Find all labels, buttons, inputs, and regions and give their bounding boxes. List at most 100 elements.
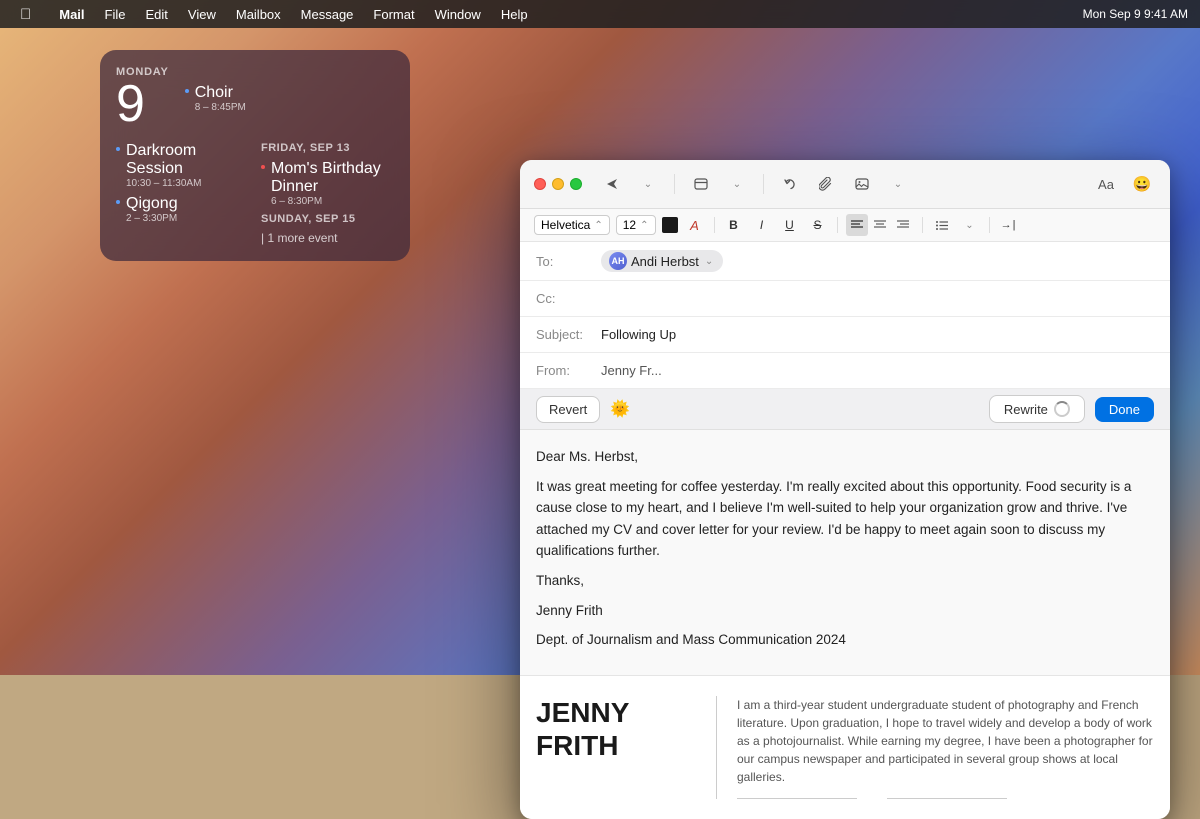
align-left-button[interactable] — [846, 214, 868, 236]
ai-rewrite-button[interactable]: Rewrite — [989, 395, 1085, 423]
menu-bar-right: Mon Sep 9 9:41 AM — [1083, 7, 1188, 21]
send-chevron[interactable]: ⌄ — [634, 170, 662, 198]
text-format-button[interactable]: Aa — [1092, 170, 1120, 198]
sig-divider — [716, 696, 717, 799]
size-chevron-icon: ⌃ — [640, 220, 648, 231]
menu-bar:  Mail File Edit View Mailbox Message Fo… — [0, 0, 1200, 28]
ai-emoji-icon[interactable]: 🌞 — [610, 399, 630, 419]
to-value[interactable]: AH Andi Herbst ⌄ — [601, 250, 1154, 272]
cc-field-row[interactable]: Cc: — [520, 281, 1170, 317]
sig-line-2 — [887, 798, 1007, 799]
send-button[interactable] — [598, 170, 626, 198]
list-options-button[interactable] — [931, 214, 953, 236]
from-field-row[interactable]: From: Jenny Fr... — [520, 353, 1170, 389]
cal-event-name-choir: Choir — [195, 84, 246, 102]
cal-dot-qigong — [116, 200, 120, 204]
to-label: To: — [536, 254, 601, 269]
cal-dot-darkroom — [116, 147, 120, 151]
menu-format[interactable]: Format — [365, 5, 422, 24]
font-size-value: 12 — [623, 218, 636, 232]
subject-field-row[interactable]: Subject: Following Up — [520, 317, 1170, 353]
cal-dinner-name: Mom's Birthday Dinner — [271, 160, 394, 196]
recipient-avatar: AH — [609, 252, 627, 270]
menu-bar-items:  Mail File Edit View Mailbox Message Fo… — [12, 4, 536, 25]
menu-mail[interactable]: Mail — [51, 5, 92, 24]
cal-darkroom-name: Darkroom Session — [126, 142, 249, 178]
align-right-button[interactable] — [892, 214, 914, 236]
attach-button[interactable] — [812, 170, 840, 198]
cal-monday-events: Choir 8 – 8:45PM — [185, 66, 394, 130]
calendar-widget: MONDAY 9 Choir 8 – 8:45PM Darkroom Sessi… — [100, 50, 410, 261]
menu-file[interactable]: File — [97, 5, 134, 24]
apple-menu[interactable]:  — [12, 4, 39, 25]
size-select[interactable]: 12 ⌃ — [616, 215, 656, 235]
ai-revert-button[interactable]: Revert — [536, 396, 600, 423]
ai-done-button[interactable]: Done — [1095, 397, 1154, 422]
list-chevron[interactable]: ⌄ — [959, 214, 981, 236]
format-sep-4 — [989, 217, 990, 233]
font-name: Helvetica — [541, 218, 590, 232]
ai-toolbar: Revert 🌞 Rewrite Done — [520, 389, 1170, 430]
close-button[interactable] — [534, 178, 546, 190]
italic-button[interactable]: I — [751, 214, 773, 236]
align-center-button[interactable] — [869, 214, 891, 236]
cal-dot-dinner — [261, 165, 265, 169]
sig-name-line2: FRITH — [536, 729, 696, 763]
undo-button[interactable] — [776, 170, 804, 198]
cal-event-time-choir: 8 – 8:45PM — [195, 102, 246, 113]
recipient-chevron-icon: ⌄ — [705, 256, 713, 267]
sig-lines — [737, 798, 1154, 799]
menu-bar-clock: Mon Sep 9 9:41 AM — [1083, 7, 1188, 21]
body-salutation: Dear Ms. Herbst, — [536, 446, 1154, 468]
message-options-button[interactable] — [687, 170, 715, 198]
font-select[interactable]: Helvetica ⌃ — [534, 215, 610, 235]
toolbar-sep-1 — [674, 174, 675, 194]
sig-line-1 — [737, 798, 857, 799]
more-format-button[interactable]: →| — [998, 214, 1020, 236]
sig-name-line1: JENNY — [536, 696, 696, 730]
font-chevron-icon: ⌃ — [594, 220, 602, 231]
cal-lower: Darkroom Session 10:30 – 11:30AM Qigong … — [116, 142, 394, 245]
cal-qigong: Qigong 2 – 3:30PM — [116, 195, 249, 224]
bold-button[interactable]: B — [723, 214, 745, 236]
cal-event-choir: Choir 8 – 8:45PM — [185, 84, 394, 113]
menu-help[interactable]: Help — [493, 5, 536, 24]
strikethrough-button[interactable]: S — [807, 214, 829, 236]
cal-day-label: MONDAY — [116, 66, 169, 78]
format-bar: Helvetica ⌃ 12 ⌃ A B I U S — [520, 209, 1170, 242]
format-sep-3 — [922, 217, 923, 233]
subject-value[interactable]: Following Up — [601, 327, 1154, 342]
format-sep-2 — [837, 217, 838, 233]
traffic-lights — [534, 178, 582, 190]
cal-header: MONDAY 9 Choir 8 – 8:45PM — [116, 66, 394, 130]
cal-dot-choir — [185, 89, 189, 93]
color-swatch[interactable] — [662, 217, 678, 233]
minimize-button[interactable] — [552, 178, 564, 190]
photos-button[interactable] — [848, 170, 876, 198]
menu-view[interactable]: View — [180, 5, 224, 24]
sig-right: I am a third-year student undergraduate … — [737, 696, 1154, 799]
emoji-button[interactable]: 😀 — [1128, 170, 1156, 198]
italic-a-button[interactable]: A — [684, 214, 706, 236]
cal-darkroom: Darkroom Session 10:30 – 11:30AM — [116, 142, 249, 189]
menu-edit[interactable]: Edit — [138, 5, 176, 24]
from-value[interactable]: Jenny Fr... — [601, 363, 1154, 378]
window-toolbar: ⌄ ⌄ ⌄ — [520, 160, 1170, 209]
menu-window[interactable]: Window — [427, 5, 489, 24]
cal-sunday-label: SUNDAY, SEP 15 — [261, 213, 394, 225]
cal-left-col: Darkroom Session 10:30 – 11:30AM Qigong … — [116, 142, 249, 245]
cal-more-events: 1 more event — [261, 231, 394, 245]
signature-section: JENNY FRITH I am a third-year student un… — [520, 675, 1170, 819]
underline-button[interactable]: U — [779, 214, 801, 236]
menu-mailbox[interactable]: Mailbox — [228, 5, 289, 24]
recipient-chip[interactable]: AH Andi Herbst ⌄ — [601, 250, 723, 272]
cal-friday-label: FRIDAY, SEP 13 — [261, 142, 394, 154]
menu-message[interactable]: Message — [293, 5, 362, 24]
format-options-chevron[interactable]: ⌄ — [723, 170, 751, 198]
cal-dinner-time: 6 – 8:30PM — [271, 196, 394, 207]
sig-bio-text: I am a third-year student undergraduate … — [737, 696, 1154, 786]
maximize-button[interactable] — [570, 178, 582, 190]
body-name: Jenny Frith — [536, 600, 1154, 622]
photos-chevron[interactable]: ⌄ — [884, 170, 912, 198]
mail-body[interactable]: Dear Ms. Herbst, It was great meeting fo… — [520, 430, 1170, 675]
